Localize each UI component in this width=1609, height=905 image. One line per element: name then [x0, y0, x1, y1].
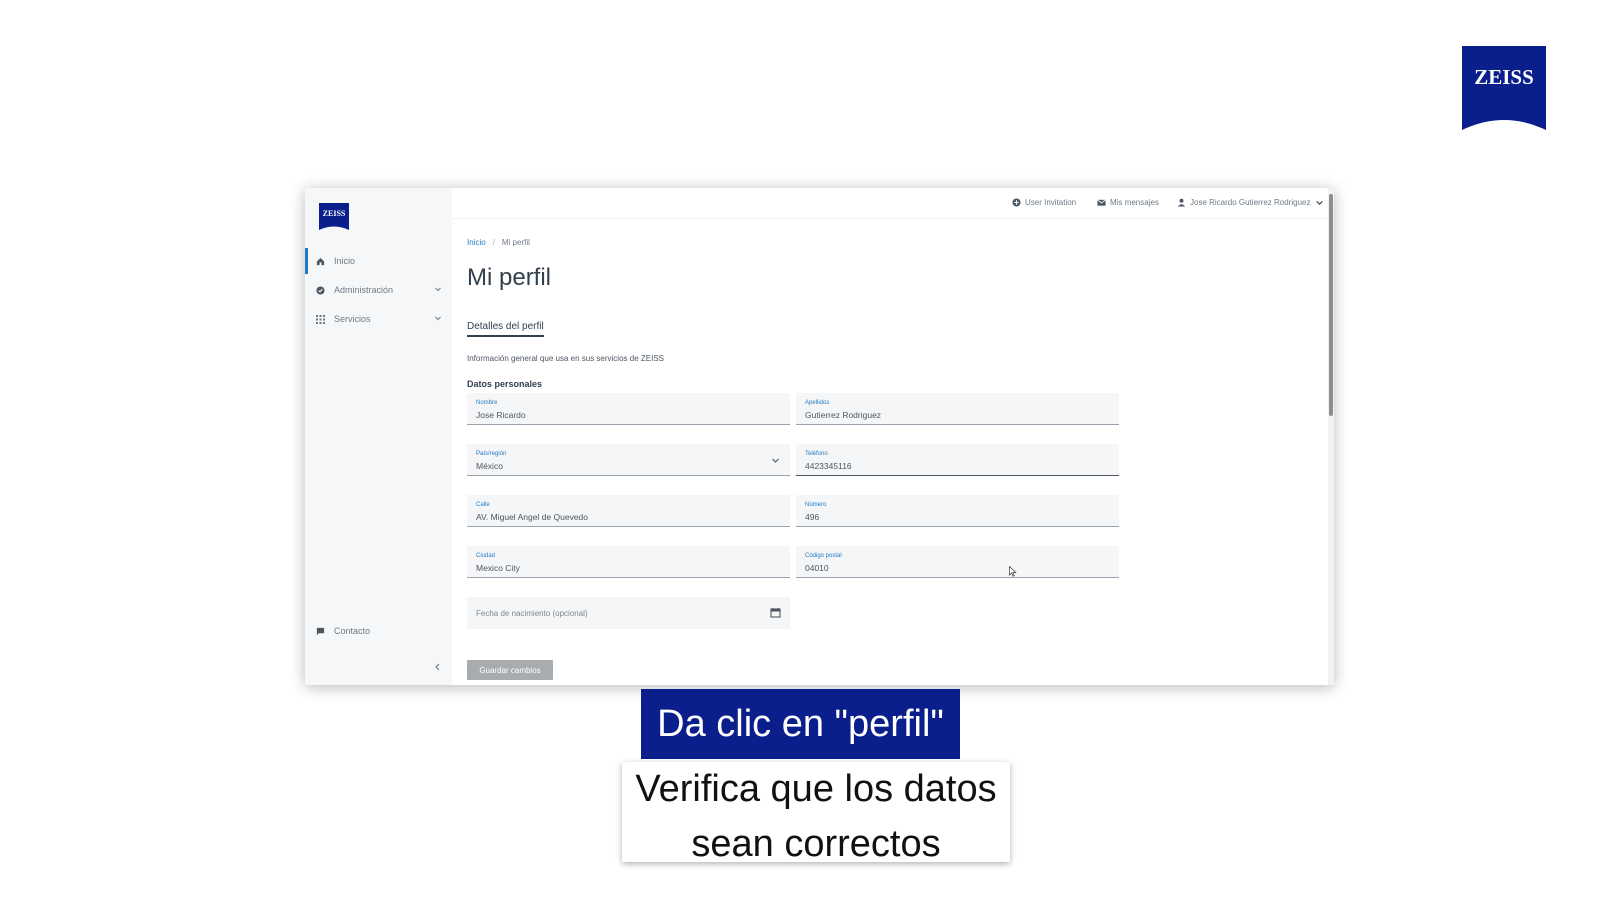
telefono-field[interactable]: Teléfono 4423345116: [796, 444, 1119, 476]
app-window: ZEISS Inicio Administración Servicios Co…: [305, 188, 1334, 685]
breadcrumb-home[interactable]: Inicio: [467, 238, 486, 247]
shield-check-icon: [315, 285, 325, 295]
sidebar-item-label: Inicio: [334, 256, 356, 266]
chevron-down-icon: [435, 287, 441, 292]
section-title: Datos personales: [467, 379, 543, 389]
svg-text:ZEISS: ZEISS: [323, 209, 346, 218]
field-label: Nombre: [476, 400, 498, 406]
caption-sub-line2: sean correctos: [691, 823, 941, 865]
apellidos-field[interactable]: Apellidos Gutierrez Rodriguez: [796, 393, 1119, 425]
caption-sub: Verifica que los datos sean correctos: [622, 762, 1010, 865]
breadcrumb: Inicio / Mi perfil: [467, 238, 530, 247]
field-label: Teléfono: [805, 451, 828, 457]
pais-select[interactable]: País/región México: [467, 444, 790, 476]
numero-field[interactable]: Número 496: [796, 495, 1119, 527]
mouse-cursor-icon: [1009, 566, 1017, 577]
field-value: 496: [805, 512, 820, 522]
calendar-icon[interactable]: [770, 607, 781, 618]
fecha-nacimiento-field[interactable]: Fecha de nacimiento (opcional): [467, 597, 790, 629]
chevron-down-icon: [772, 458, 779, 463]
sidebar-item-label: Servicios: [334, 314, 371, 324]
field-value: 04010: [805, 563, 829, 573]
sidebar-item-label: Contacto: [334, 626, 371, 636]
grid-icon: [315, 314, 325, 324]
field-value: México: [476, 461, 503, 471]
nombre-field[interactable]: Nombre Jose Ricardo: [467, 393, 790, 425]
sidebar-item-administracion[interactable]: Administración: [305, 277, 452, 303]
caption-main: Da clic en "perfil": [641, 689, 960, 759]
sidebar-item-inicio[interactable]: Inicio: [305, 248, 455, 274]
main-content: Inicio / Mi perfil Mi perfil Detalles del …: [467, 188, 1334, 685]
ciudad-field[interactable]: Ciudad Mexico City: [467, 546, 790, 578]
collapse-sidebar-icon[interactable]: [433, 662, 443, 672]
sidebar-item-label: Administración: [334, 285, 394, 295]
codigo-postal-field[interactable]: Código postal 04010: [796, 546, 1119, 578]
sidebar-item-servicios[interactable]: Servicios: [305, 306, 452, 332]
scrollbar-thumb[interactable]: [1329, 194, 1333, 416]
field-label: Calle: [476, 502, 490, 508]
sidebar-item-contacto[interactable]: Contacto: [305, 618, 452, 644]
field-value: Gutierrez Rodriguez: [805, 410, 882, 420]
zeiss-logo-small[interactable]: ZEISS: [319, 203, 349, 230]
field-value: Jose Ricardo: [476, 410, 526, 420]
field-label: País/región: [476, 451, 507, 457]
tab-detalles-perfil[interactable]: Detalles del perfil: [467, 321, 544, 337]
calle-field[interactable]: Calle AV. Miguel Angel de Quevedo: [467, 495, 790, 527]
field-value: 4423345116: [805, 461, 852, 471]
home-icon: [315, 256, 325, 266]
scrollbar[interactable]: [1328, 188, 1334, 685]
zeiss-logo: ZEISS: [1462, 46, 1546, 130]
field-label: Ciudad: [476, 553, 496, 559]
sidebar: ZEISS Inicio Administración Servicios Co…: [305, 188, 452, 685]
field-label: Apellidos: [805, 400, 830, 406]
field-label: Número: [805, 502, 827, 508]
breadcrumb-separator: /: [492, 238, 495, 247]
field-placeholder: Fecha de nacimiento (opcional): [476, 609, 588, 618]
field-value: Mexico City: [476, 563, 520, 573]
chevron-down-icon: [435, 316, 441, 321]
save-button[interactable]: Guardar cambios: [467, 660, 553, 680]
svg-text:ZEISS: ZEISS: [1474, 65, 1534, 89]
chat-icon: [315, 626, 325, 636]
caption-sub-line1: Verifica que los datos: [635, 768, 997, 810]
field-value: AV. Miguel Angel de Quevedo: [476, 512, 588, 522]
info-text: Información general que usa en sus servi…: [467, 354, 664, 363]
page-title: Mi perfil: [467, 264, 552, 291]
breadcrumb-current: Mi perfil: [501, 238, 530, 247]
field-label: Código postal: [805, 553, 842, 559]
